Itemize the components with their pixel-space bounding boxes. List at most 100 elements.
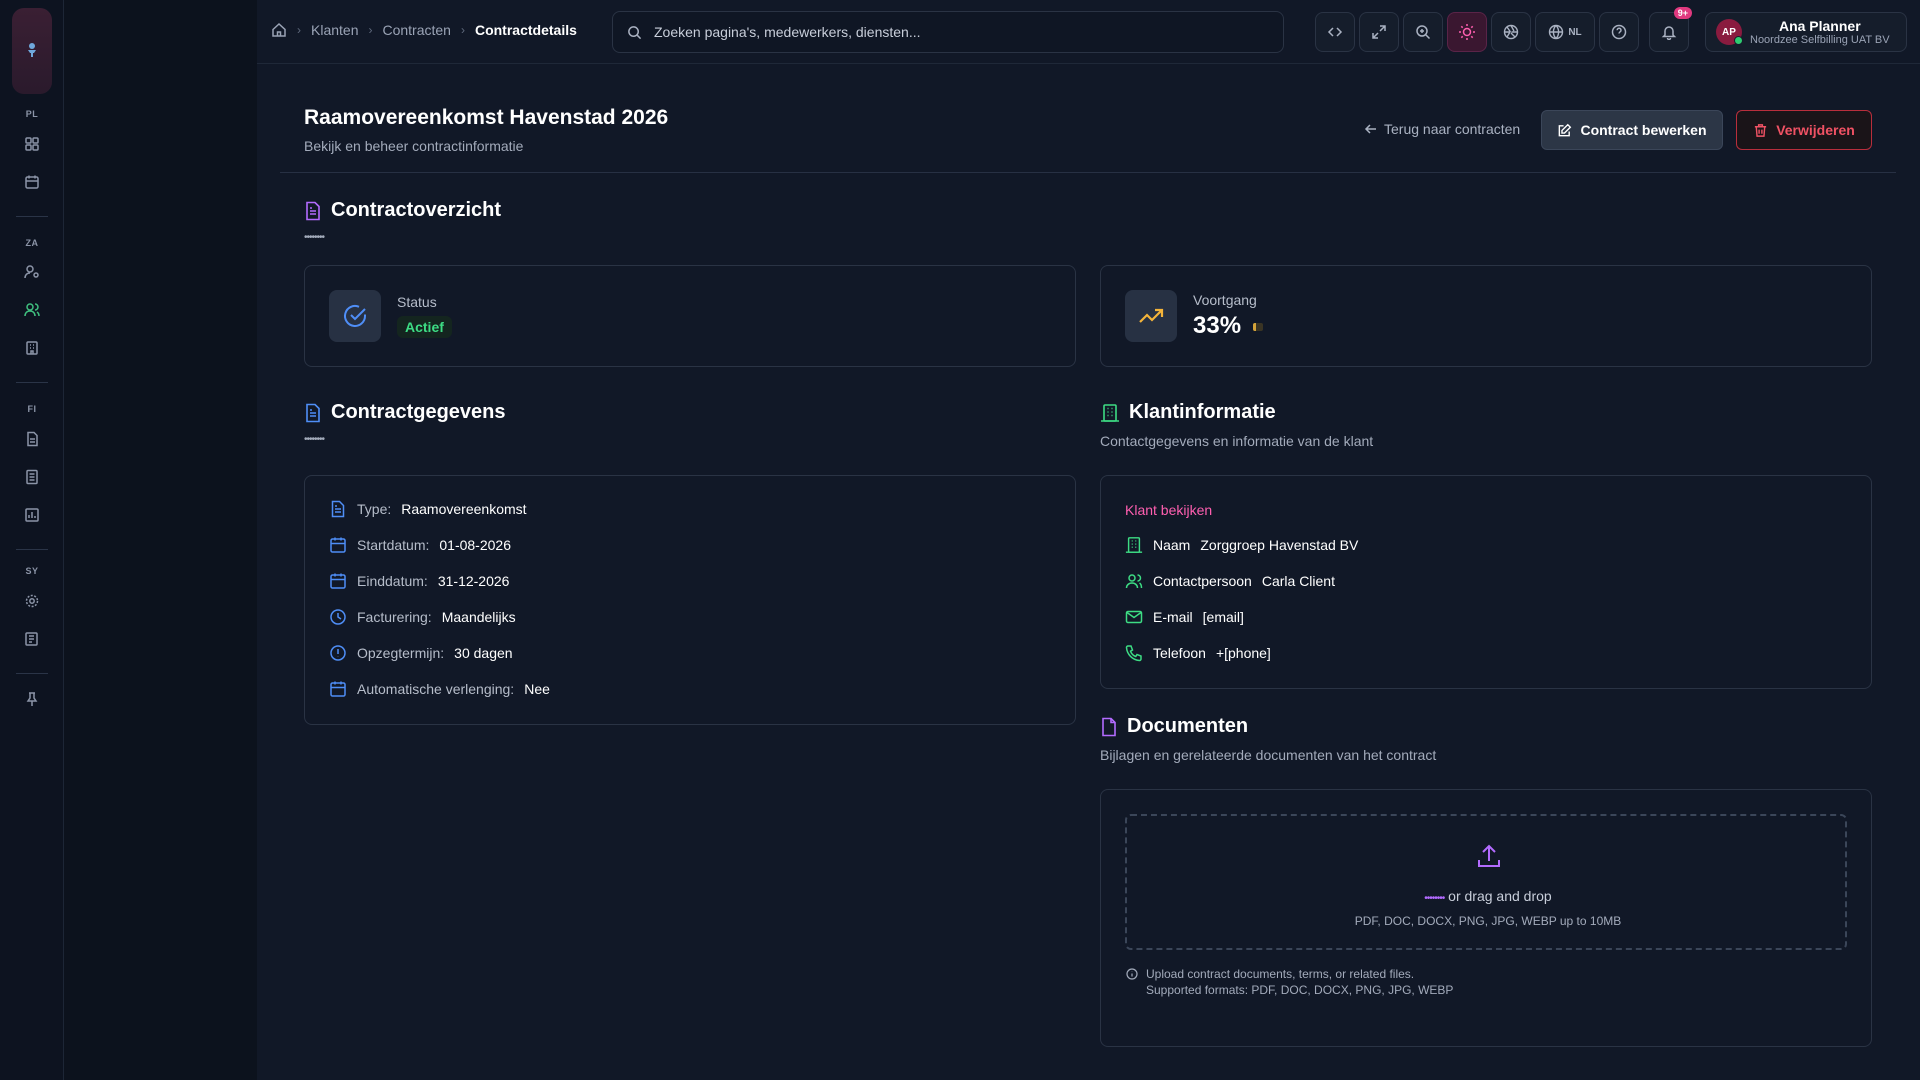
detail-label: Automatische verlenging: bbox=[357, 681, 515, 697]
upload-help-line-2: Supported formats: PDF, DOC, DOCX, PNG, … bbox=[1146, 983, 1454, 997]
users-icon bbox=[24, 303, 40, 317]
back-to-contracts-link[interactable]: Terug naar contracten bbox=[1364, 121, 1520, 137]
detail-value: 01-08-2026 bbox=[439, 537, 511, 553]
sidebar-item-settings[interactable] bbox=[20, 589, 44, 613]
avatar: AP bbox=[1716, 19, 1743, 45]
topbar: › Klanten › Contracten › Contractdetails… bbox=[257, 0, 1920, 64]
detail-row-enddate: Einddatum: 31-12-2026 bbox=[329, 572, 509, 590]
list-document-icon bbox=[26, 469, 38, 485]
customer-card: Klant bekijken Naam Zorggroep Havenstad … bbox=[1100, 475, 1872, 689]
sidebar-item-users[interactable] bbox=[20, 260, 44, 284]
breadcrumb: › Klanten › Contracten › Contractdetails bbox=[271, 22, 577, 38]
documents-heading: Documenten bbox=[1100, 715, 1248, 738]
overview-title: Contractoverzicht bbox=[331, 199, 502, 221]
phone-icon bbox=[1125, 645, 1142, 662]
pin-icon bbox=[26, 692, 38, 706]
sidebar-item-logs[interactable] bbox=[20, 627, 44, 651]
zoom-button[interactable] bbox=[1403, 12, 1443, 52]
user-name: Ana Planner bbox=[1778, 18, 1861, 34]
detail-label: Startdatum: bbox=[357, 537, 430, 553]
sidebar-pin-button[interactable] bbox=[20, 687, 44, 711]
fullscreen-button[interactable] bbox=[1359, 12, 1399, 52]
home-icon[interactable] bbox=[271, 22, 287, 38]
edit-contract-button[interactable]: Contract bewerken bbox=[1541, 110, 1723, 150]
upload-formats: PDF, DOC, DOCX, PNG, JPG, WEBP up to 10M… bbox=[1354, 914, 1622, 928]
logo-icon bbox=[28, 43, 36, 57]
language-code: NL bbox=[1568, 26, 1582, 38]
page-subtitle: Bekijk en beheer contractinformatie bbox=[304, 138, 524, 154]
sidebar-divider bbox=[16, 216, 48, 217]
app-logo[interactable] bbox=[12, 8, 52, 94]
customer-value[interactable]: +[phone] bbox=[1216, 645, 1271, 661]
breadcrumb-klanten[interactable]: Klanten bbox=[311, 22, 358, 38]
customer-row-contact: Contactpersoon Carla Client bbox=[1125, 572, 1335, 590]
search-input[interactable]: Zoeken pagina's, medewerkers, diensten..… bbox=[612, 11, 1284, 53]
status-label: Status bbox=[397, 294, 437, 310]
info-icon bbox=[1126, 968, 1138, 980]
detail-label: Opzegtermijn: bbox=[357, 645, 445, 661]
calendar-icon bbox=[330, 681, 346, 697]
help-button[interactable] bbox=[1599, 12, 1639, 52]
detail-row-billing: Facturering: Maandelijks bbox=[329, 608, 516, 626]
customer-label: E-mail bbox=[1153, 609, 1193, 625]
progress-bar bbox=[1253, 323, 1263, 331]
search-placeholder: Zoeken pagina's, medewerkers, diensten..… bbox=[654, 24, 921, 40]
sidebar-item-calendar[interactable] bbox=[20, 170, 44, 194]
page-title: Raamovereenkomst Havenstad 2026 bbox=[304, 106, 669, 129]
file-icon bbox=[1102, 717, 1116, 736]
sidebar-item-customers[interactable] bbox=[20, 298, 44, 322]
chevron-right-icon: › bbox=[368, 23, 373, 37]
trending-up-icon bbox=[1139, 308, 1164, 323]
users-icon bbox=[1125, 574, 1143, 589]
chevron-right-icon: › bbox=[460, 23, 465, 37]
detail-label: Type: bbox=[357, 501, 392, 517]
breadcrumb-contracten[interactable]: Contracten bbox=[382, 22, 450, 38]
file-text-icon bbox=[306, 201, 320, 220]
upload-dropzone[interactable]: •••••••• or drag and drop PDF, DOC, DOCX… bbox=[1125, 814, 1847, 950]
sidebar-item-buildings[interactable] bbox=[20, 336, 44, 360]
back-link-label: Terug naar contracten bbox=[1384, 121, 1521, 137]
upload-help: Upload contract documents, terms, or rel… bbox=[1126, 966, 1453, 998]
document-icon bbox=[27, 431, 38, 447]
documents-description: Bijlagen en gerelateerde documenten van … bbox=[1100, 747, 1437, 763]
language-selector[interactable]: NL bbox=[1535, 12, 1595, 52]
detail-value: Maandelijks bbox=[441, 609, 516, 625]
sidebar-item-invoices[interactable] bbox=[20, 427, 44, 451]
theme-toggle-button[interactable] bbox=[1447, 12, 1487, 52]
detail-row-notice: Opzegtermijn: 30 dagen bbox=[329, 644, 513, 662]
aperture-button[interactable] bbox=[1491, 12, 1531, 52]
customer-label: Naam bbox=[1153, 537, 1191, 553]
customer-value: Zorggroep Havenstad BV bbox=[1200, 537, 1359, 553]
edit-button-label: Contract bewerken bbox=[1580, 122, 1707, 138]
sidebar-item-analytics[interactable] bbox=[20, 503, 44, 527]
customer-row-email: E-mail [email] bbox=[1125, 608, 1244, 626]
clock-icon bbox=[330, 609, 346, 625]
upload-file-link[interactable]: •••••••• bbox=[1424, 893, 1445, 904]
progress-label: Voortgang bbox=[1193, 292, 1257, 308]
detail-label: Facturering: bbox=[357, 609, 432, 625]
check-circle-icon bbox=[344, 305, 366, 327]
collapse-sidebar-button[interactable] bbox=[1315, 12, 1355, 52]
customer-value[interactable]: [email] bbox=[1203, 609, 1244, 625]
sidebar-item-reports[interactable] bbox=[20, 465, 44, 489]
sidebar-section-za: ZA bbox=[25, 238, 39, 248]
sidebar-item-dashboard[interactable] bbox=[20, 132, 44, 156]
status-card: Status Actief bbox=[304, 265, 1076, 367]
delete-contract-button[interactable]: Verwijderen bbox=[1736, 110, 1872, 150]
notifications-button[interactable]: 9+ bbox=[1649, 7, 1692, 52]
calendar-icon bbox=[330, 573, 346, 589]
progress-value: 33% bbox=[1193, 312, 1242, 339]
collapse-icon bbox=[1327, 27, 1343, 37]
details-title: Contractgegevens bbox=[331, 401, 506, 423]
sidebar-divider bbox=[16, 673, 48, 674]
status-icon-box bbox=[329, 290, 381, 342]
customer-row-phone: Telefoon +[phone] bbox=[1125, 644, 1271, 662]
view-customer-link[interactable]: Klant bekijken bbox=[1125, 502, 1212, 518]
progress-card: Voortgang 33% bbox=[1100, 265, 1872, 367]
progress-icon-box bbox=[1125, 290, 1177, 342]
user-menu[interactable]: AP Ana Planner Noordzee Selfbilling UAT … bbox=[1705, 12, 1907, 52]
overview-heading: Contractoverzicht bbox=[304, 199, 501, 222]
help-icon bbox=[1611, 24, 1627, 40]
customer-title: Klantinformatie bbox=[1129, 401, 1276, 423]
status-badge: Actief bbox=[397, 316, 452, 338]
